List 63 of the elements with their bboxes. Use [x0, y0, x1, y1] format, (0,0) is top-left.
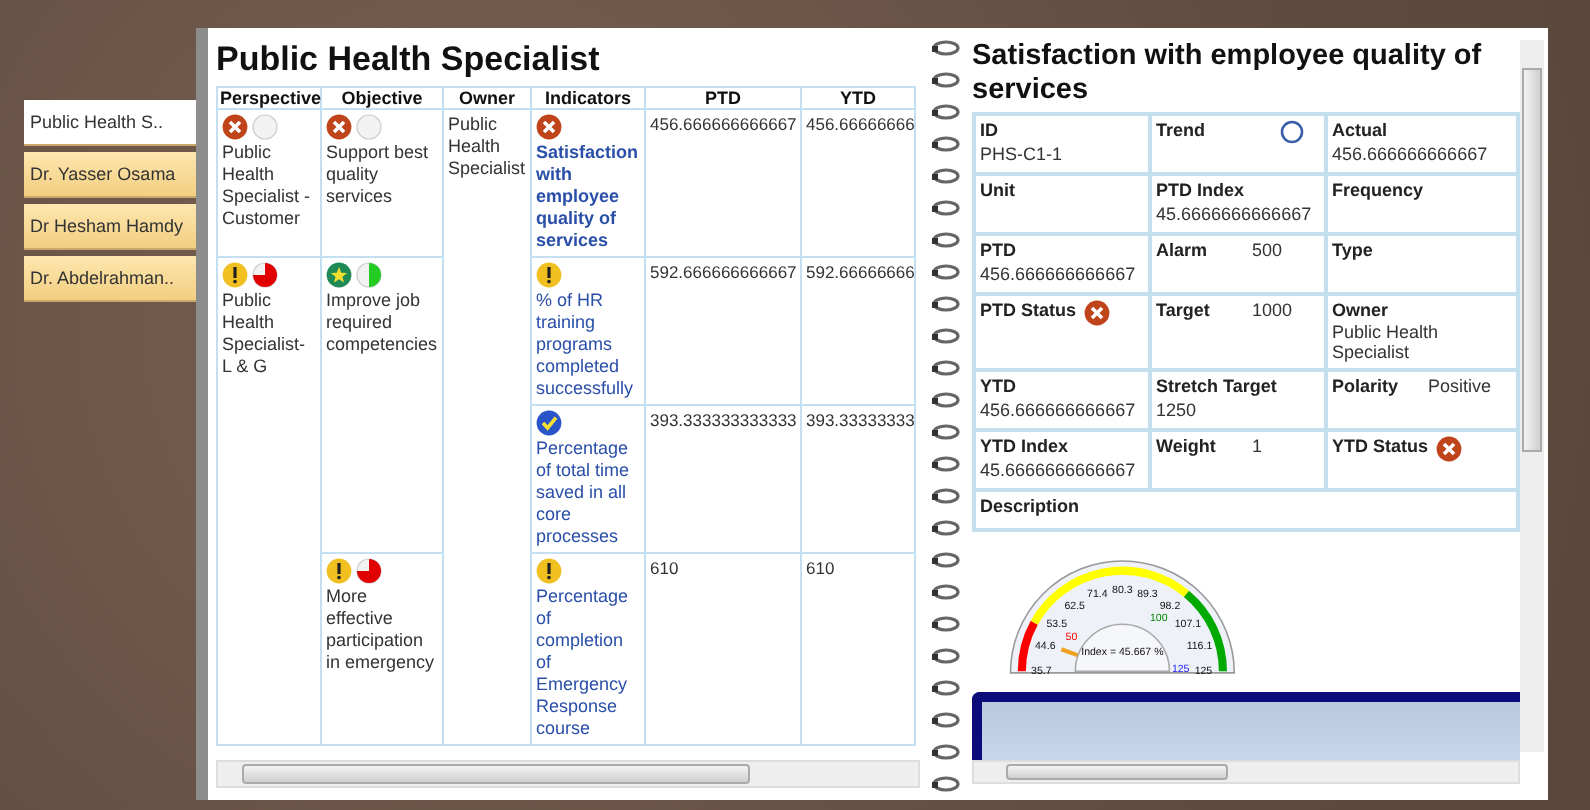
- ptd-value: 610: [650, 558, 679, 578]
- field-value: 456.666666666667: [1332, 144, 1488, 165]
- horizontal-scrollbar[interactable]: [216, 760, 920, 788]
- field-label: Unit: [980, 180, 1017, 201]
- column-header: PTD: [645, 87, 801, 109]
- ytd-value: 610: [806, 558, 835, 578]
- ptd-value: 592.666666666667: [650, 262, 797, 282]
- field-value: 1250: [1156, 399, 1197, 420]
- objective-name: More effective participation in emergency: [326, 586, 437, 674]
- tab[interactable]: Dr Hesham Hamdy: [24, 204, 196, 250]
- field-value: Public Health Specialist: [1332, 321, 1441, 363]
- field-label: Owner: [1332, 300, 1391, 321]
- field-value: 45.6666666666667: [980, 459, 1136, 480]
- horizontal-scrollbar[interactable]: [972, 760, 1520, 785]
- column-header: YTD: [801, 87, 915, 109]
- objective-name: Support best quality services: [326, 142, 431, 208]
- trend-circle-icon: [1280, 120, 1304, 144]
- field-label: Description: [980, 495, 1080, 516]
- column-header: Perspective: [217, 87, 321, 109]
- field-label: YTD: [980, 375, 1018, 396]
- vertical-scrollbar[interactable]: [1520, 40, 1544, 752]
- field-value: PHS-C1-1: [980, 144, 1063, 165]
- field-value: Positive: [1428, 375, 1492, 396]
- ytd-value: 456.66666666: [806, 114, 915, 134]
- field-value: 456.666666666667: [980, 399, 1136, 420]
- field-label: Frequency: [1332, 180, 1424, 201]
- objective-name: Improve job required competencies: [326, 290, 438, 356]
- perspective-name: Public Health Specialist- L & G: [222, 290, 308, 378]
- tab[interactable]: Public Health S..: [24, 100, 196, 146]
- field-label: PTD Status: [980, 300, 1077, 321]
- field-label: Type: [1332, 240, 1375, 261]
- field-label: YTD Status: [1332, 435, 1429, 456]
- field-label: Trend: [1156, 120, 1208, 141]
- gauge-needle: [1060, 646, 1079, 657]
- ptd-value: 393.333333333333: [650, 410, 797, 430]
- column-header: Objective: [321, 87, 443, 109]
- perspective-name: Public Health Specialist - Customer: [222, 142, 313, 230]
- field-value: 45.6666666666667: [1156, 204, 1312, 225]
- field-label: Alarm: [1156, 240, 1210, 261]
- detail-title: Satisfaction with employee quality of services: [972, 40, 1484, 108]
- ytd-value: 592.66666666: [806, 262, 915, 282]
- field-label: PTD: [980, 240, 1018, 261]
- field-value: 1000: [1252, 300, 1293, 321]
- page-title: Public Health Specialist: [216, 40, 602, 80]
- tab[interactable]: Dr. Abdelrahman..: [24, 256, 196, 302]
- field-value: 456.666666666667: [980, 264, 1136, 285]
- ytd-value: 393.33333333: [806, 410, 915, 430]
- field-label: ID: [980, 120, 1000, 141]
- column-header: Indicators: [531, 87, 645, 109]
- owner-text: Public Health Specialist: [448, 114, 526, 180]
- tab[interactable]: Dr. Yasser Osama: [24, 152, 196, 198]
- field-label: Actual: [1332, 120, 1390, 141]
- field-label: Polarity: [1332, 375, 1401, 396]
- gauge-hub: [1074, 622, 1171, 672]
- ptd-value: 456.666666666667: [650, 114, 797, 134]
- field-value: 500: [1252, 240, 1283, 261]
- field-label: Target: [1156, 300, 1212, 321]
- field-label: PTD Index: [1156, 180, 1245, 201]
- field-label: YTD Index: [980, 435, 1069, 456]
- field-label: Stretch Target: [1156, 375, 1277, 396]
- field-value: 1: [1252, 435, 1263, 456]
- field-label: Weight: [1156, 435, 1218, 456]
- column-header: Owner: [443, 87, 531, 109]
